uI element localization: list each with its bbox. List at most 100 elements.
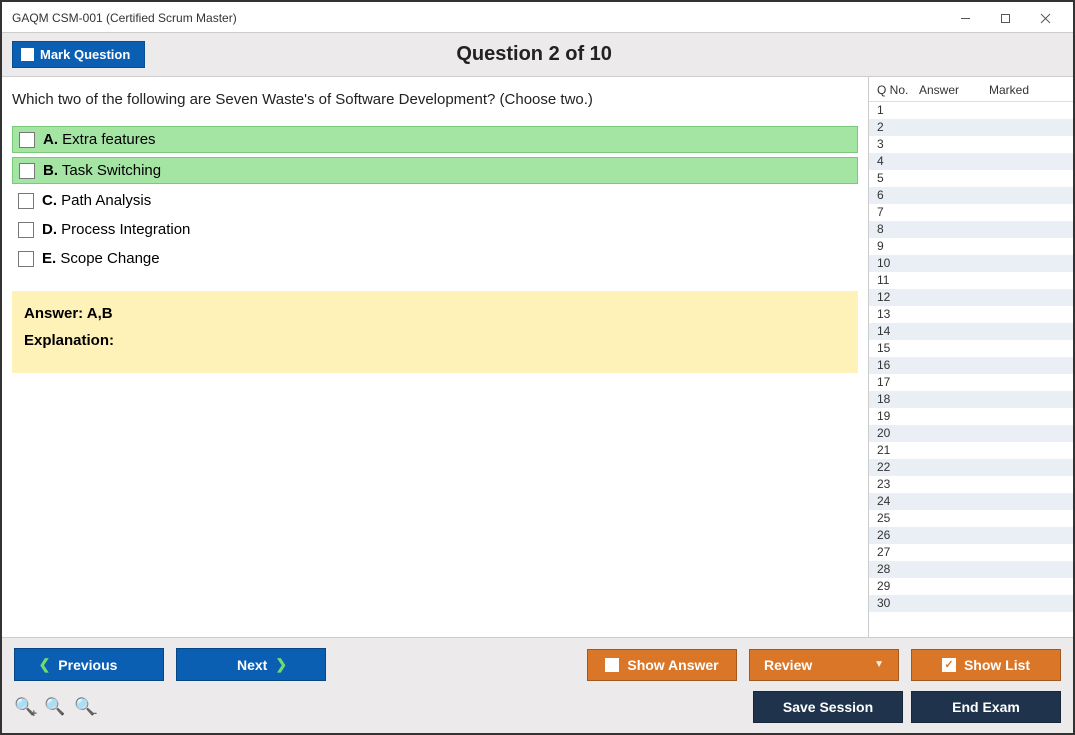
question-list-row[interactable]: 28 (869, 561, 1073, 578)
question-answer (919, 222, 989, 237)
option-checkbox[interactable] (19, 132, 35, 148)
minimize-button[interactable] (945, 6, 985, 30)
zoom-out-icon[interactable]: 🔍− (74, 696, 96, 718)
question-list-row[interactable]: 23 (869, 476, 1073, 493)
question-marked (989, 426, 1069, 441)
question-list-row[interactable]: 29 (869, 578, 1073, 595)
question-answer (919, 443, 989, 458)
question-list-row[interactable]: 19 (869, 408, 1073, 425)
app-window: GAQM CSM-001 (Certified Scrum Master) Ma… (0, 0, 1075, 735)
option-checkbox[interactable] (18, 222, 34, 238)
question-number: 17 (873, 375, 919, 390)
question-marked (989, 171, 1069, 186)
question-marked (989, 103, 1069, 118)
question-answer (919, 579, 989, 594)
option-row[interactable]: E. Scope Change (12, 246, 858, 271)
question-list-row[interactable]: 17 (869, 374, 1073, 391)
question-number: 23 (873, 477, 919, 492)
question-list-row[interactable]: 16 (869, 357, 1073, 374)
question-list-row[interactable]: 25 (869, 510, 1073, 527)
question-list-row[interactable]: 11 (869, 272, 1073, 289)
main-area: Which two of the following are Seven Was… (2, 77, 1073, 637)
question-marked (989, 256, 1069, 271)
question-list-row[interactable]: 10 (869, 255, 1073, 272)
question-list-row[interactable]: 24 (869, 493, 1073, 510)
question-list-row[interactable]: 1 (869, 102, 1073, 119)
option-row[interactable]: B. Task Switching (12, 157, 858, 184)
previous-button[interactable]: ❮ Previous (14, 648, 164, 681)
question-list-row[interactable]: 9 (869, 238, 1073, 255)
option-row[interactable]: A. Extra features (12, 126, 858, 153)
option-row[interactable]: C. Path Analysis (12, 188, 858, 213)
question-answer (919, 409, 989, 424)
question-list-row[interactable]: 6 (869, 187, 1073, 204)
save-session-button[interactable]: Save Session (753, 691, 903, 723)
review-label: Review (764, 657, 812, 673)
question-list-row[interactable]: 3 (869, 136, 1073, 153)
question-list-row[interactable]: 26 (869, 527, 1073, 544)
question-number: 25 (873, 511, 919, 526)
question-marked (989, 154, 1069, 169)
question-list-row[interactable]: 4 (869, 153, 1073, 170)
question-marked (989, 290, 1069, 305)
show-list-button[interactable]: ✓ Show List (911, 649, 1061, 681)
answer-label: Answer: A,B (24, 305, 846, 322)
option-label: C. Path Analysis (42, 192, 151, 209)
question-marked (989, 375, 1069, 390)
end-exam-label: End Exam (952, 699, 1020, 715)
question-marked (989, 545, 1069, 560)
question-answer (919, 528, 989, 543)
question-list-row[interactable]: 20 (869, 425, 1073, 442)
question-number: 10 (873, 256, 919, 271)
header-qno: Q No. (873, 83, 919, 97)
question-list-row[interactable]: 2 (869, 119, 1073, 136)
question-number: 12 (873, 290, 919, 305)
question-marked (989, 205, 1069, 220)
question-answer (919, 341, 989, 356)
option-checkbox[interactable] (18, 193, 34, 209)
question-answer (919, 205, 989, 220)
question-answer (919, 477, 989, 492)
zoom-reset-icon[interactable]: 🔍 (44, 696, 66, 718)
question-number: 8 (873, 222, 919, 237)
question-answer (919, 596, 989, 611)
question-list-row[interactable]: 30 (869, 595, 1073, 612)
question-list-row[interactable]: 8 (869, 221, 1073, 238)
question-marked (989, 494, 1069, 509)
option-checkbox[interactable] (18, 251, 34, 267)
question-answer (919, 239, 989, 254)
option-checkbox[interactable] (19, 163, 35, 179)
show-answer-button[interactable]: Show Answer (587, 649, 737, 681)
header-bar: Mark Question Question 2 of 10 (2, 32, 1073, 77)
end-exam-button[interactable]: End Exam (911, 691, 1061, 723)
question-list-row[interactable]: 7 (869, 204, 1073, 221)
question-list-row[interactable]: 27 (869, 544, 1073, 561)
close-button[interactable] (1025, 6, 1065, 30)
mark-question-label: Mark Question (40, 47, 130, 62)
question-list[interactable]: 1234567891011121314151617181920212223242… (869, 102, 1073, 637)
question-list-row[interactable]: 18 (869, 391, 1073, 408)
zoom-in-icon[interactable]: 🔍+ (14, 696, 36, 718)
review-button[interactable]: Review ▼ (749, 649, 899, 681)
question-answer (919, 426, 989, 441)
question-list-row[interactable]: 22 (869, 459, 1073, 476)
mark-question-button[interactable]: Mark Question (12, 41, 145, 68)
question-answer (919, 103, 989, 118)
question-list-row[interactable]: 14 (869, 323, 1073, 340)
question-number: 27 (873, 545, 919, 560)
question-list-row[interactable]: 5 (869, 170, 1073, 187)
chevron-right-icon: ❯ (275, 656, 287, 673)
question-list-row[interactable]: 13 (869, 306, 1073, 323)
next-button[interactable]: Next ❯ (176, 648, 326, 681)
answer-panel: Answer: A,B Explanation: (12, 291, 858, 373)
question-list-row[interactable]: 12 (869, 289, 1073, 306)
maximize-button[interactable] (985, 6, 1025, 30)
option-row[interactable]: D. Process Integration (12, 217, 858, 242)
checkbox-checked-icon: ✓ (942, 658, 956, 672)
question-list-row[interactable]: 15 (869, 340, 1073, 357)
question-marked (989, 511, 1069, 526)
mark-question-checkbox-icon (21, 48, 34, 61)
question-list-row[interactable]: 21 (869, 442, 1073, 459)
question-number: 9 (873, 239, 919, 254)
option-label: B. Task Switching (43, 162, 161, 179)
